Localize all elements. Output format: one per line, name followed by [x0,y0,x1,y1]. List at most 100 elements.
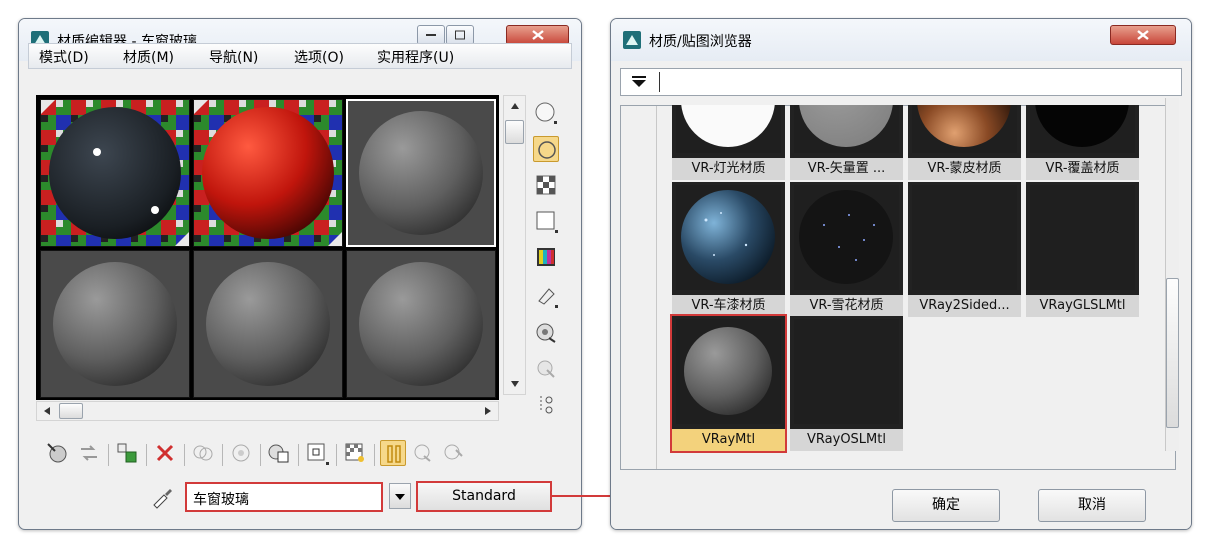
sample-slot-2[interactable] [193,99,343,247]
tile-label: VR-蒙皮材质 [908,158,1021,180]
app-icon [623,31,641,49]
skin-sphere [912,105,1017,153]
browser-vertical-scrollbar[interactable] [1165,98,1179,451]
select-by-material-icon[interactable] [533,356,559,382]
close-button[interactable] [506,25,569,45]
sample-slot-5[interactable] [193,250,343,398]
reset-map-delete-icon[interactable] [152,440,178,466]
go-forward-to-sibling-icon[interactable] [410,440,436,466]
tile-label: VRayOSLMtl [790,429,903,451]
sample-uv-tiling-icon[interactable] [533,208,559,234]
scroll-up-icon[interactable] [507,98,523,114]
scroll-down-icon[interactable] [507,376,523,392]
show-map-in-viewport-icon[interactable] [304,440,330,466]
show-end-result-icon[interactable] [342,440,368,466]
toolbar-separator [222,444,223,466]
browser-footer: 确定 取消 [611,471,1191,529]
get-material-icon[interactable] [44,440,70,466]
search-input[interactable] [659,72,1177,92]
grey-sphere [676,319,781,424]
tile-vr-light-mtl[interactable]: VR-灯光材质 [672,105,785,180]
tile-vr-vector-displacement[interactable]: VR-矢量置 ... [790,105,903,180]
sample-slot-6[interactable] [346,250,496,398]
material-type-button[interactable]: Standard [416,481,552,512]
tile-vr-override-mtl[interactable]: VR-覆盖材质 [1026,105,1139,180]
browser-titlebar[interactable]: 材质/贴图浏览器 [611,19,1191,61]
sample-type-sphere-icon[interactable] [533,100,559,126]
scroll-left-icon[interactable] [39,403,55,419]
toolbar-separator [146,444,147,466]
sample-slot-4[interactable] [40,250,190,398]
slots-horizontal-scrollbar[interactable] [36,401,499,421]
go-to-parent-icon[interactable] [380,440,406,466]
tile-vray-osl-mtl[interactable]: VRayOSLMtl [790,316,903,451]
grey-sphere [206,262,330,386]
tile-vray-mtl[interactable]: VRayMtl [670,314,787,453]
sample-slot-1[interactable] [40,99,190,247]
close-icon [531,30,544,40]
video-color-check-icon[interactable] [533,244,559,270]
minimize-button[interactable] [417,25,445,45]
menu-options[interactable]: 选项(O) [294,47,344,67]
tile-label: VR-雪花材质 [790,295,903,317]
backlight-icon[interactable] [533,136,559,162]
browser-title: 材质/贴图浏览器 [649,34,752,50]
sample-slot-3[interactable] [346,99,496,247]
toolbar-separator [298,444,299,466]
minimize-icon [426,34,436,36]
tile-label: VR-覆盖材质 [1026,158,1139,180]
menu-utilities[interactable]: 实用程序(U) [377,47,454,67]
ok-button[interactable]: 确定 [892,489,1000,522]
hscroll-thumb[interactable] [59,403,83,419]
pick-material-from-object-icon[interactable] [440,440,466,466]
menu-mode[interactable]: 模式(D) [39,47,89,67]
checker-sphere-dark [41,100,189,246]
checker-sphere-red [194,100,342,246]
maximize-button[interactable] [446,25,474,45]
browser-close-button[interactable] [1110,25,1176,45]
tile-vr-skin-mtl[interactable]: VR-蒙皮材质 [908,105,1021,180]
tile-row-clip: VR-灯光材质 VR-矢量置 ... VR-蒙皮材质 VR-覆盖材质 [620,105,1176,180]
options-icon[interactable] [533,320,559,346]
slots-vertical-scrollbar[interactable] [503,95,526,395]
tile-vr-car-paint-mtl[interactable]: VR-车漆材质 [672,182,785,317]
black-sphere [1030,105,1135,153]
material-name-field[interactable]: 车窗玻璃 [185,482,383,512]
toolbar-separator [184,444,185,466]
sample-slots [36,95,499,400]
make-unique-icon[interactable] [190,440,216,466]
scroll-right-icon[interactable] [480,403,496,419]
cancel-button[interactable]: 取消 [1038,489,1146,522]
flakes-sphere [794,185,899,290]
search-options-dropdown-icon[interactable] [631,75,647,89]
tile-label: VR-矢量置 ... [790,158,903,180]
put-material-to-scene-icon[interactable] [76,440,102,466]
material-id-channel-icon[interactable] [266,440,292,466]
tile-vr-flakes-mtl[interactable]: VR-雪花材质 [790,182,903,317]
tile-vray-2sided[interactable]: VRay2Sided... [908,182,1021,317]
close-icon [1137,30,1149,40]
toolbar-separator [374,444,375,466]
tile-vray-glsl-mtl[interactable]: VRayGLSLMtl [1026,182,1139,317]
put-to-library-icon[interactable] [228,440,254,466]
toolbar-separator [260,444,261,466]
scroll-thumb[interactable] [505,120,524,144]
tile-label: VR-车漆材质 [672,295,785,317]
background-checker-icon[interactable] [533,172,559,198]
material-name-text: 车窗玻璃 [193,492,249,508]
menu-navigation[interactable]: 导航(N) [209,47,258,67]
tile-label: VR-灯光材质 [672,158,785,180]
eyedropper-icon[interactable] [150,485,174,509]
grey-sphere [53,262,177,386]
material-name-dropdown-button[interactable] [389,483,411,509]
browser-scroll-thumb[interactable] [1166,278,1179,428]
empty-preview [1030,185,1135,290]
material-map-navigator-icon[interactable] [533,392,559,418]
grey-sphere [359,111,483,235]
maximize-icon [455,30,465,40]
grey-sphere [794,105,899,153]
menu-material[interactable]: 材质(M) [123,47,174,67]
editor-menubar: 模式(D) 材质(M) 导航(N) 选项(O) 实用程序(U) [28,43,572,69]
make-preview-icon[interactable] [533,283,559,309]
assign-material-to-selection-icon[interactable] [114,440,140,466]
